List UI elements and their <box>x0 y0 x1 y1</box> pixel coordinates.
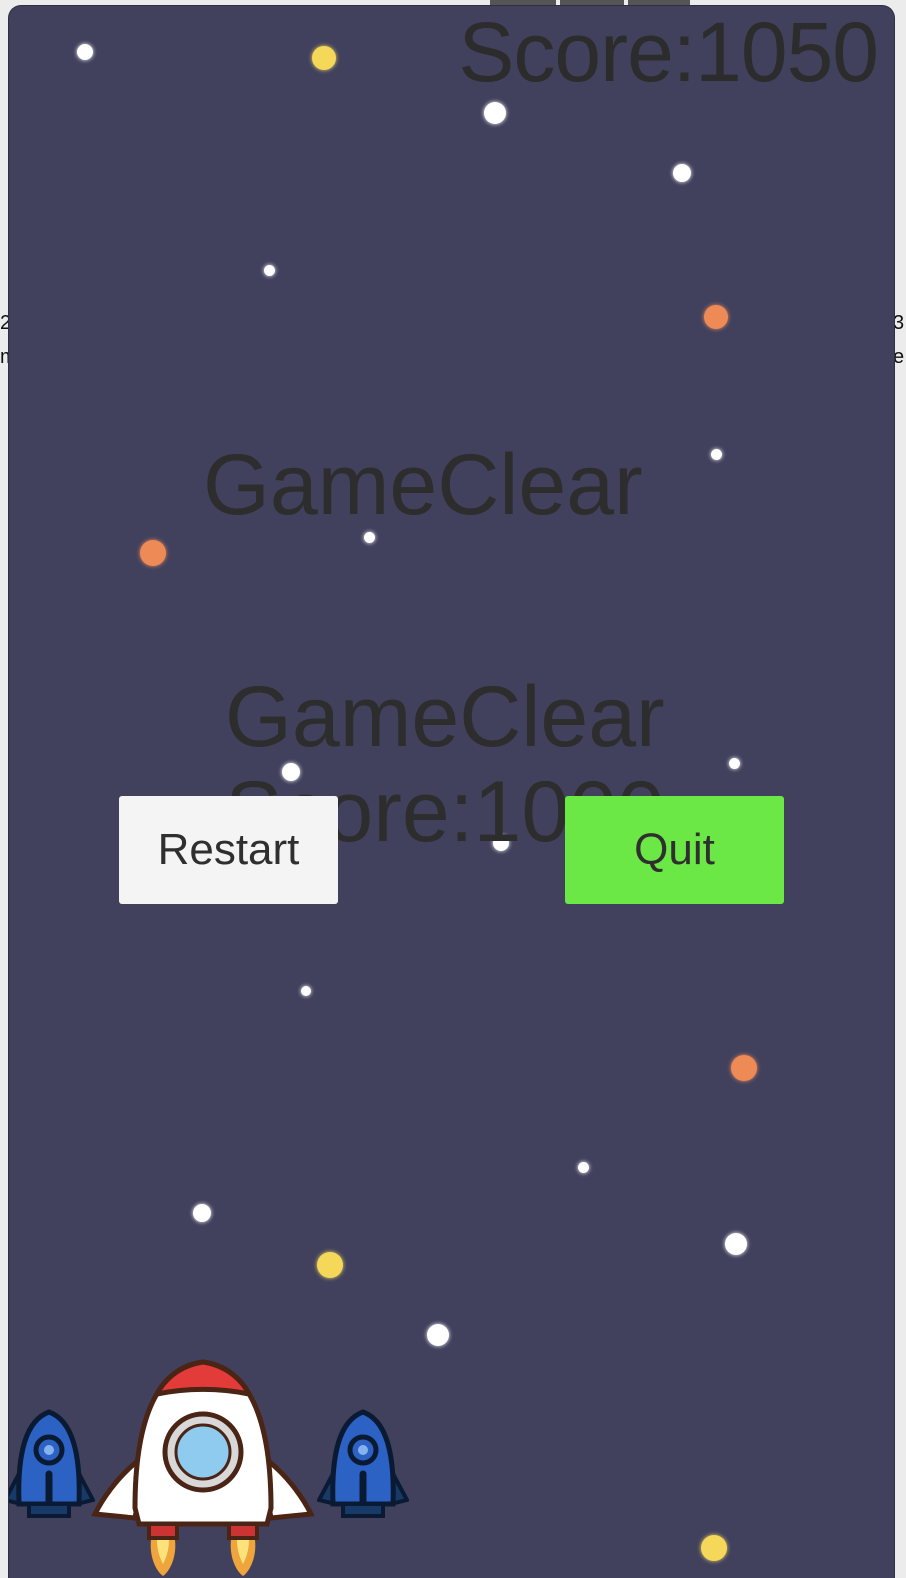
star <box>140 540 166 566</box>
game-canvas[interactable]: Score:1050 GameClear GameClear Score:100… <box>9 6 894 1578</box>
star <box>484 102 506 124</box>
star <box>578 1162 589 1173</box>
star <box>729 758 740 769</box>
star <box>301 986 311 996</box>
player-rocket-icon <box>91 1359 315 1576</box>
option-rocket-icon <box>9 1409 95 1518</box>
star <box>704 305 728 329</box>
game-clear-title: GameClear <box>203 437 643 533</box>
star <box>364 532 375 543</box>
star <box>77 44 93 60</box>
quit-button[interactable]: Quit <box>565 796 784 904</box>
side-label: 3 <box>893 312 905 334</box>
side-label: e <box>893 346 905 368</box>
star <box>711 449 722 460</box>
star <box>317 1252 343 1278</box>
star <box>701 1535 727 1561</box>
star <box>731 1055 757 1081</box>
star <box>673 164 691 182</box>
star <box>725 1233 747 1255</box>
star <box>193 1204 211 1222</box>
option-rocket-icon <box>317 1409 409 1518</box>
app-window: 2 m 3 e Score:1050 GameClear <box>0 0 906 1578</box>
star <box>427 1324 449 1346</box>
star <box>264 265 275 276</box>
restart-button[interactable]: Restart <box>119 796 338 904</box>
score-display: Score:1050 <box>458 6 879 99</box>
star <box>312 46 336 70</box>
result-title: GameClear <box>225 669 665 765</box>
